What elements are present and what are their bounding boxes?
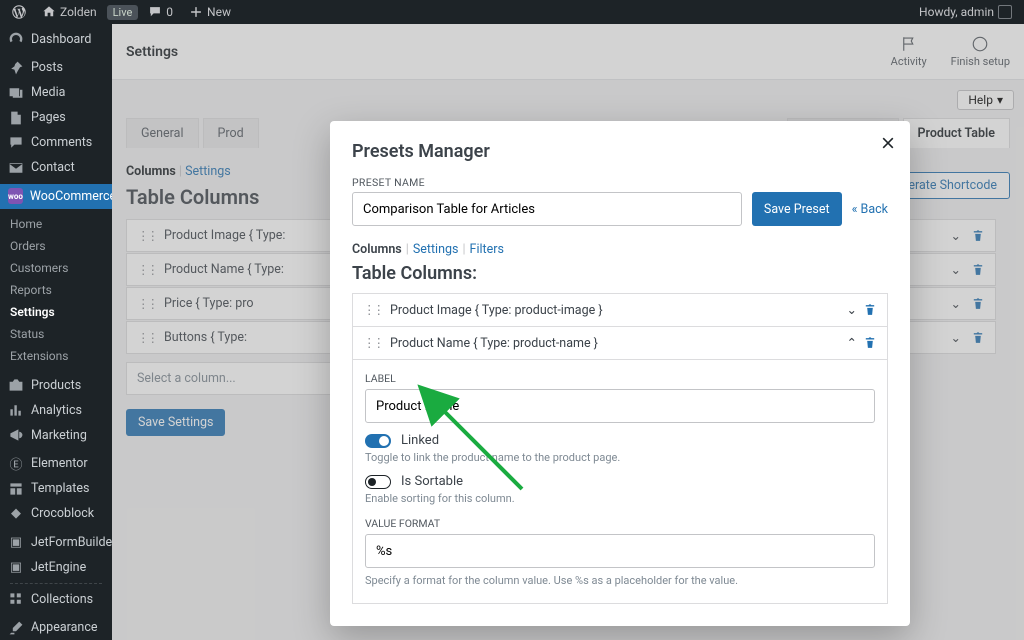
modal-heading: Table Columns: [352, 263, 888, 284]
sidebar-item-jetengine[interactable]: ▣ JetEngine [0, 555, 112, 580]
drag-handle-icon[interactable]: ⋮⋮ [363, 335, 382, 351]
sidebar-sub-status[interactable]: Status [0, 323, 112, 345]
preset-name-input[interactable] [352, 192, 742, 226]
products-icon [8, 377, 24, 393]
new-link[interactable]: New [183, 0, 237, 24]
sidebar-item-elementor[interactable]: Ⓔ Elementor [0, 451, 112, 476]
comments-count: 0 [166, 5, 173, 19]
trash-icon[interactable] [863, 336, 877, 350]
sidebar-item-contact[interactable]: Contact [0, 155, 112, 180]
media-icon [8, 85, 24, 101]
megaphone-icon [8, 427, 24, 443]
sidebar-item-analytics[interactable]: Analytics [0, 398, 112, 423]
drag-handle-icon[interactable]: ⋮⋮ [363, 302, 382, 318]
avatar [998, 5, 1012, 19]
jfb-icon: ▣ [8, 534, 24, 550]
close-icon [880, 135, 896, 151]
templates-icon [8, 481, 24, 497]
sidebar-sub-settings[interactable]: Settings [0, 301, 112, 323]
sidebar-item-crocoblock[interactable]: ◆ Crocoblock [0, 501, 112, 526]
brush-icon [8, 620, 24, 636]
sidebar-item-jetformbuilder[interactable]: ▣ JetFormBuilder [0, 530, 112, 555]
column-item-product-image[interactable]: ⋮⋮ Product Image { Type: product-image }… [352, 293, 888, 327]
modal-tab-settings[interactable]: Settings [413, 242, 459, 257]
speech-bubble-icon [8, 135, 24, 151]
plus-icon [189, 5, 203, 19]
save-preset-button[interactable]: Save Preset [752, 192, 842, 226]
sidebar-item-woocommerce[interactable]: woo WooCommerce [0, 184, 112, 209]
home-icon [42, 5, 56, 19]
site-name: Zolden [60, 5, 97, 19]
sidebar-item-media[interactable]: Media [0, 80, 112, 105]
sidebar-sub-home[interactable]: Home [0, 213, 112, 235]
sortable-toggle[interactable] [365, 475, 391, 489]
sidebar-item-comments[interactable]: Comments [0, 130, 112, 155]
presets-manager-modal: Presets Manager PRESET NAME Save Preset … [330, 121, 910, 626]
linked-label: Linked [401, 433, 439, 448]
sidebar-item-collections[interactable]: Collections [0, 587, 112, 612]
pin-icon [8, 60, 24, 76]
elementor-icon: Ⓔ [8, 456, 24, 472]
sidebar-item-pages[interactable]: Pages [0, 105, 112, 130]
sortable-label: Is Sortable [401, 474, 463, 489]
site-home-link[interactable]: Zolden [36, 0, 103, 24]
crocoblock-icon: ◆ [8, 506, 24, 522]
column-settings-panel: LABEL Linked Toggle to link the product … [352, 360, 888, 604]
sidebar-item-marketing[interactable]: Marketing [0, 423, 112, 448]
modal-tab-columns[interactable]: Columns [352, 242, 402, 257]
chevron-up-icon[interactable]: ⌃ [847, 335, 857, 351]
trash-icon[interactable] [863, 303, 877, 317]
sidebar-sub-extensions[interactable]: Extensions [0, 345, 112, 367]
dashboard-icon [8, 31, 24, 47]
sidebar-item-appearance[interactable]: Appearance [0, 615, 112, 640]
column-label-input[interactable] [365, 389, 875, 423]
back-link[interactable]: « Back [852, 202, 888, 217]
preset-name-label: PRESET NAME [352, 176, 888, 189]
collections-icon [8, 591, 24, 607]
sidebar-item-posts[interactable]: Posts [0, 56, 112, 81]
column-item-product-name[interactable]: ⋮⋮ Product Name { Type: product-name } ⌃ [352, 326, 888, 360]
modal-tab-filters[interactable]: Filters [470, 242, 504, 257]
woo-icon: woo [8, 188, 23, 204]
speech-bubble-icon [148, 5, 162, 19]
close-button[interactable] [880, 135, 896, 151]
page-icon [8, 110, 24, 126]
status-pill: Live [107, 5, 139, 20]
value-format-input[interactable] [365, 534, 875, 568]
sidebar-sub-reports[interactable]: Reports [0, 279, 112, 301]
envelope-icon [8, 160, 24, 176]
jetengine-icon: ▣ [8, 559, 24, 575]
comments-link[interactable]: 0 [142, 0, 179, 24]
chevron-down-icon[interactable]: ⌄ [847, 302, 857, 318]
sidebar-item-dashboard[interactable]: Dashboard [0, 27, 112, 52]
modal-title: Presets Manager [352, 141, 888, 162]
sidebar-sub-orders[interactable]: Orders [0, 235, 112, 257]
sidebar-item-templates[interactable]: Templates [0, 476, 112, 501]
bars-icon [8, 402, 24, 418]
wp-logo[interactable] [6, 0, 32, 24]
howdy[interactable]: Howdy, admin [913, 0, 1018, 24]
sidebar-sub-customers[interactable]: Customers [0, 257, 112, 279]
linked-toggle[interactable] [365, 434, 391, 448]
sidebar-item-products[interactable]: Products [0, 373, 112, 398]
